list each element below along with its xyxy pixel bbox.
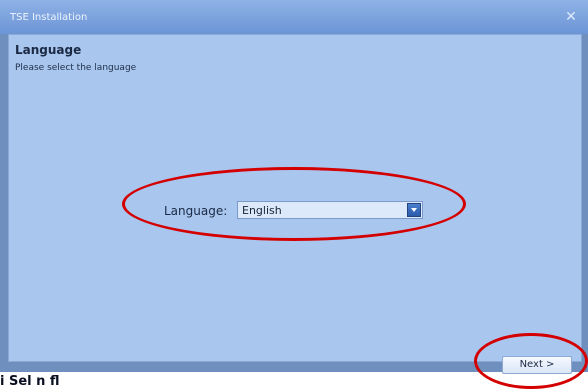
chevron-down-icon	[411, 208, 417, 212]
language-dropdown[interactable]: English	[237, 201, 423, 219]
title-bar: TSE Installation ✕	[0, 0, 588, 34]
page-subtitle: Please select the language	[15, 63, 137, 73]
dropdown-button[interactable]	[407, 203, 421, 217]
language-selected-value: English	[242, 204, 282, 217]
next-button[interactable]: Next >	[502, 356, 572, 374]
content-panel: Language Please select the language Lang…	[8, 34, 582, 374]
language-label: Language:	[164, 204, 228, 218]
close-icon[interactable]: ✕	[563, 9, 579, 25]
page-title: Language	[15, 43, 82, 57]
cropped-caption: i Sel n fl	[0, 374, 60, 389]
installer-window: TSE Installation ✕ Language Please selec…	[0, 0, 588, 374]
window-title: TSE Installation	[10, 12, 88, 23]
